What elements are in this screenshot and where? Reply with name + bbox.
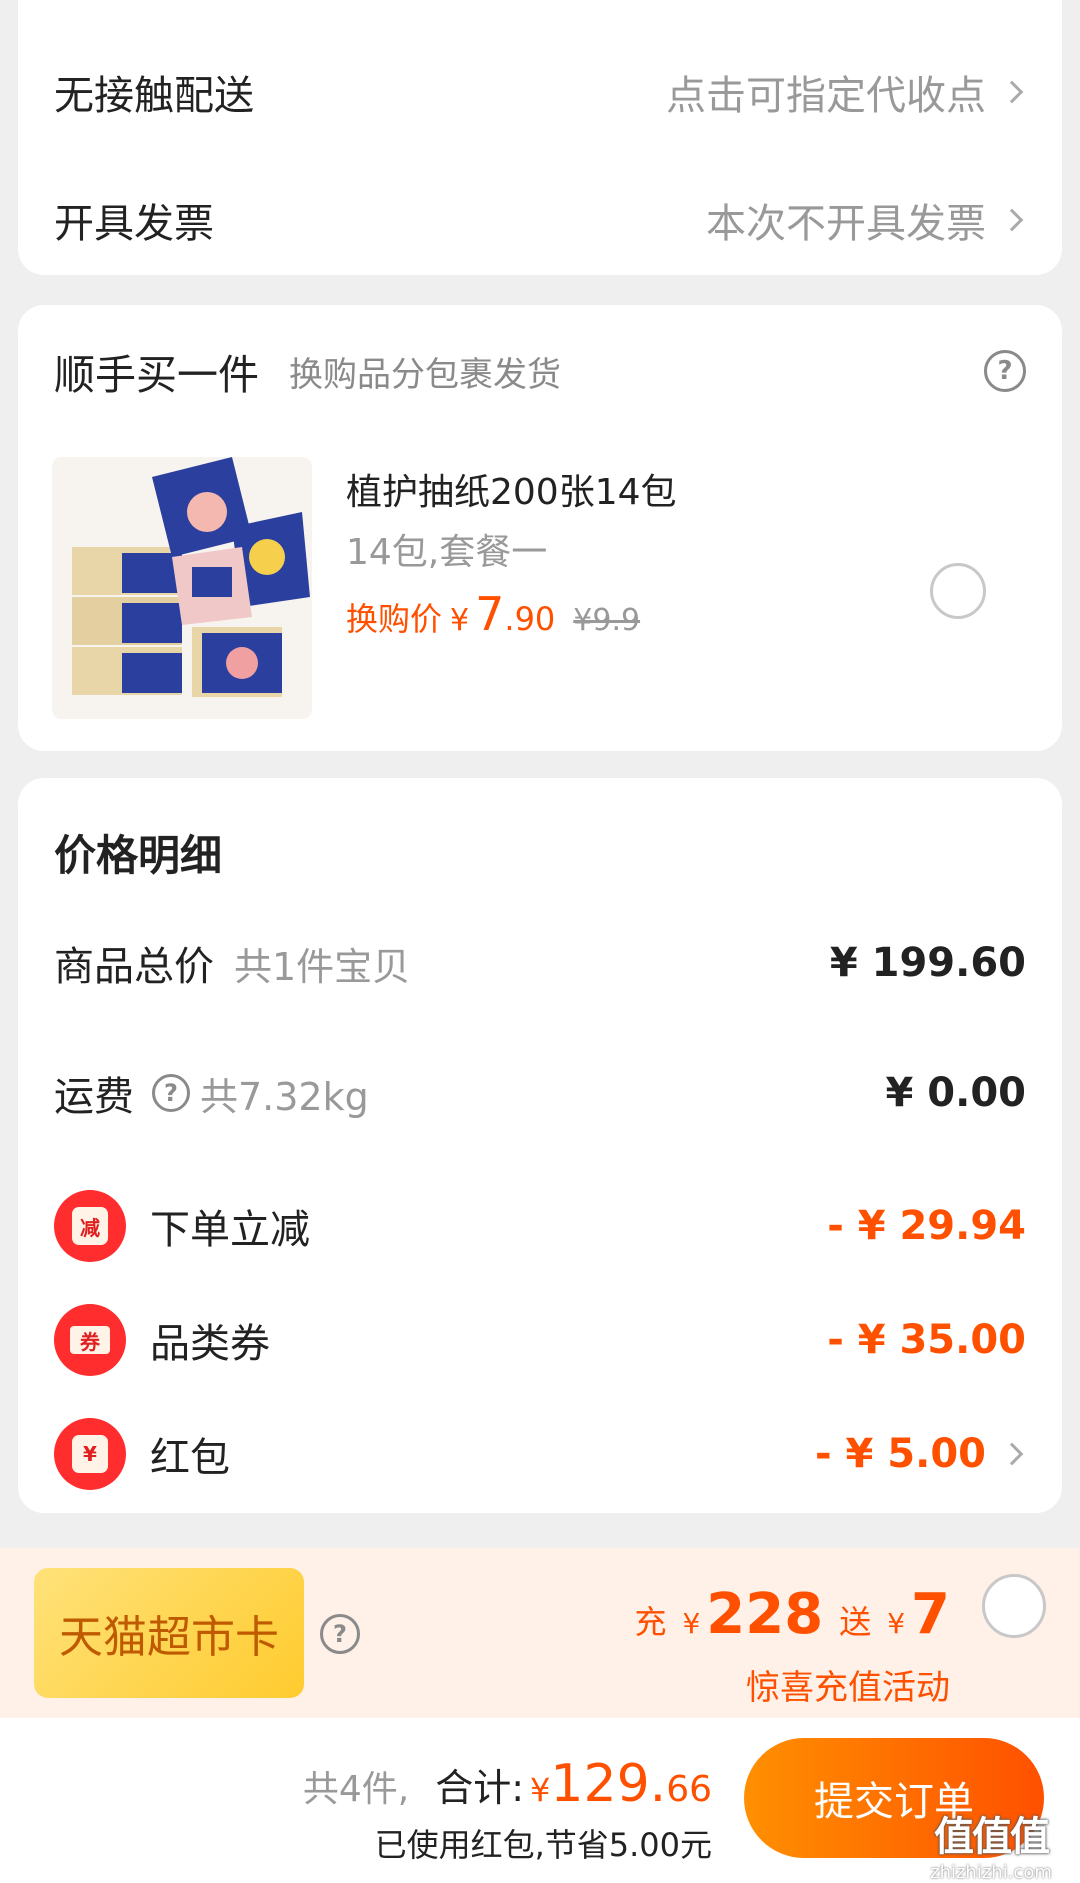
- shipping-value: ¥ 0.00: [885, 1070, 1026, 1116]
- chevron-right-icon: [1000, 1442, 1024, 1466]
- addon-price-prefix: 换购价: [346, 600, 443, 638]
- addon-title: 顺手买一件: [54, 351, 259, 399]
- addon-price-int: 7: [475, 587, 505, 641]
- addon-price-row: 换购价 ¥ 7 .90 ¥9.9: [346, 587, 640, 641]
- help-icon[interactable]: ?: [984, 350, 1026, 392]
- goods-total-value: ¥ 199.60: [829, 940, 1026, 986]
- invoice-label: 开具发票: [54, 201, 214, 247]
- addon-product-name[interactable]: 植护抽纸200张14包: [346, 463, 677, 515]
- watermark: 值值值 zhizhizhi.com: [908, 1804, 1074, 1883]
- red-packet-glyph: ¥: [72, 1435, 108, 1473]
- red-packet-icon: ¥: [54, 1418, 126, 1490]
- tmall-card-badge[interactable]: 天猫超市卡: [34, 1568, 304, 1698]
- pickup-point-value: 点击可指定代收点: [666, 73, 986, 119]
- addon-product-spec: 14包,套餐一: [346, 532, 548, 573]
- discount-row-instant: 减 下单立减 - ¥ 29.94: [54, 1188, 1026, 1264]
- bonus-currency: ¥: [887, 1607, 906, 1640]
- addon-subtitle: 换购品分包裹发货: [289, 354, 561, 395]
- savings-note: 已使用红包,节省5.00元: [374, 1826, 712, 1864]
- checkout-footer: 共4件, 合计: ¥ 129. 66 已使用红包,节省5.00元 提交订单 值值…: [0, 1718, 1080, 1883]
- tmall-card-promo: 惊喜充值活动: [746, 1668, 950, 1708]
- addon-price-currency: ¥: [450, 603, 470, 638]
- red-packet-value: - ¥ 5.00: [815, 1431, 986, 1477]
- shipping-note: 共7.32kg: [200, 1074, 369, 1119]
- instant-discount-glyph: 减: [72, 1207, 108, 1245]
- charge-amount: 228: [706, 1582, 824, 1647]
- tmall-card-offer: 充 ¥ 228 送 ¥ 7: [634, 1582, 950, 1647]
- shipping-help-icon[interactable]: ?: [152, 1074, 190, 1112]
- watermark-logo: 值值值: [934, 1814, 1050, 1860]
- category-coupon-label: 品类券: [150, 1321, 270, 1367]
- goods-total-row: 商品总价 共1件宝贝 ¥ 199.60: [54, 928, 1026, 998]
- price-detail-title: 价格明细: [54, 831, 223, 880]
- invoice-row[interactable]: 开具发票 本次不开具发票: [54, 182, 1026, 258]
- goods-total-label: 商品总价: [54, 944, 214, 990]
- tmall-card-name: 天猫超市卡: [59, 1612, 279, 1663]
- total-currency: ¥: [530, 1771, 551, 1809]
- no-contact-delivery-row[interactable]: 无接触配送 点击可指定代收点: [54, 54, 1026, 130]
- no-contact-delivery-label: 无接触配送: [54, 73, 254, 119]
- total-row: 共4件, 合计: ¥ 129. 66: [303, 1754, 712, 1814]
- instant-discount-label: 下单立减: [150, 1207, 310, 1253]
- charge-label: 充: [634, 1603, 667, 1641]
- addon-card: 顺手买一件 换购品分包裹发货 ? 植护抽纸200张14包 14包,套餐一 换购价: [18, 305, 1062, 751]
- category-coupon-value: - ¥ 35.00: [827, 1317, 1026, 1363]
- invoice-value: 本次不开具发票: [706, 201, 986, 247]
- instant-discount-icon: 减: [54, 1190, 126, 1262]
- shipping-row: 运费 ? 共7.32kg ¥ 0.00: [54, 1058, 1026, 1128]
- item-count: 共4件,: [302, 1769, 410, 1810]
- price-detail-card: 价格明细 商品总价 共1件宝贝 ¥ 199.60 运费 ? 共7.32kg ¥ …: [18, 778, 1062, 1513]
- category-coupon-glyph: 券: [70, 1326, 110, 1354]
- bonus-amount: 7: [911, 1582, 950, 1647]
- tmall-card-select-radio[interactable]: [982, 1574, 1046, 1638]
- bonus-label: 送: [839, 1603, 872, 1641]
- charge-currency: ¥: [682, 1607, 701, 1640]
- category-coupon-icon: 券: [54, 1304, 126, 1376]
- addon-original-price: ¥9.9: [573, 603, 641, 638]
- total-label: 合计:: [435, 1766, 525, 1810]
- chevron-right-icon: [1000, 80, 1024, 104]
- goods-total-note: 共1件宝贝: [234, 944, 411, 989]
- total-dec: 66: [666, 1769, 712, 1810]
- addon-product-image[interactable]: [52, 457, 312, 719]
- discount-row-coupon: 券 品类券 - ¥ 35.00: [54, 1302, 1026, 1378]
- tmall-card-strip: 天猫超市卡 ? 充 ¥ 228 送 ¥ 7 惊喜充值活动: [0, 1548, 1080, 1718]
- tissue-pack-image: [52, 457, 312, 719]
- total-int: 129.: [550, 1754, 667, 1814]
- addon-select-radio[interactable]: [930, 563, 986, 619]
- chevron-right-icon: [1000, 208, 1024, 232]
- watermark-domain: zhizhizhi.com: [930, 1862, 1052, 1883]
- shipping-label: 运费: [54, 1074, 134, 1120]
- discount-row-red-packet[interactable]: ¥ 红包 - ¥ 5.00: [54, 1416, 1026, 1492]
- addon-header: 顺手买一件 换购品分包裹发货 ?: [54, 341, 1026, 401]
- red-packet-label: 红包: [150, 1435, 230, 1481]
- instant-discount-value: - ¥ 29.94: [827, 1203, 1026, 1249]
- delivery-card: 无接触配送 点击可指定代收点 开具发票 本次不开具发票: [18, 0, 1062, 275]
- tmall-card-help-icon[interactable]: ?: [320, 1614, 360, 1654]
- addon-price-dec: .90: [504, 600, 556, 638]
